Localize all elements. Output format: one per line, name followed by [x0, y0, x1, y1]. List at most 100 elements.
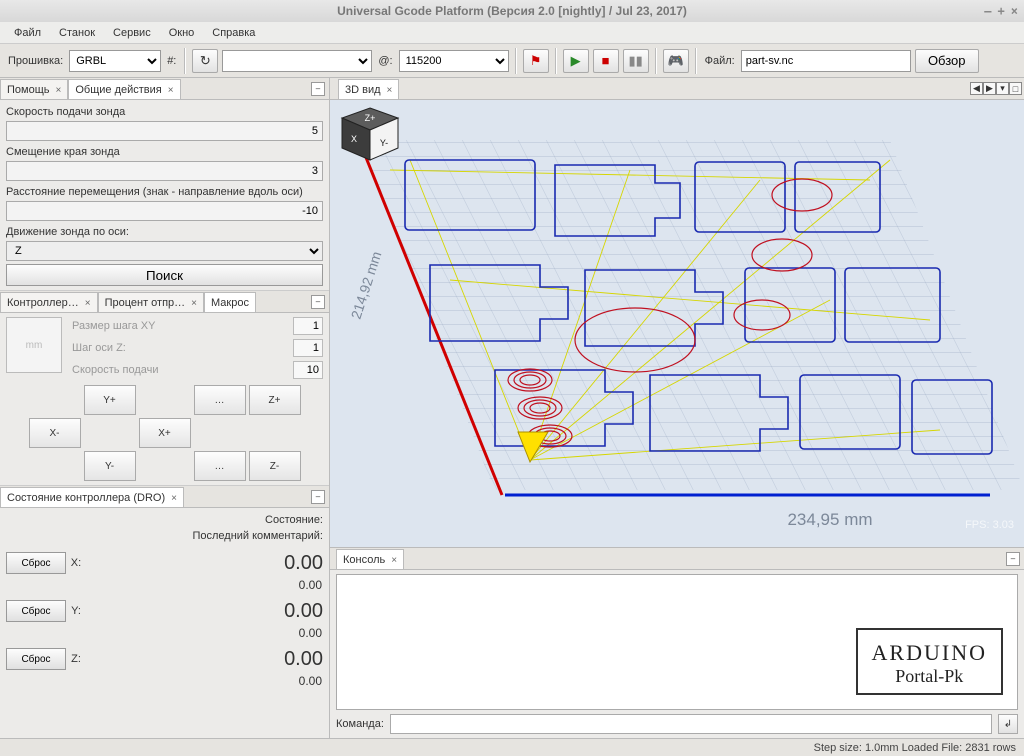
axis-y-machine: 0.00 — [86, 600, 323, 623]
baud-select[interactable]: 115200 — [399, 50, 509, 72]
menu-service[interactable]: Сервис — [105, 25, 159, 41]
main-toolbar: Прошивка: GRBL #: ↻ @: 115200 ⚑ ▶ ■ ▮▮ 🎮… — [0, 44, 1024, 78]
file-input[interactable] — [741, 50, 911, 72]
axis-z-machine: 0.00 — [86, 648, 323, 671]
jog-diag-button[interactable]: … — [194, 451, 246, 481]
jog-panel: mm Размер шага XY Шаг оси Z: Скорость по… — [0, 313, 329, 486]
close-icon[interactable]: × — [56, 85, 62, 96]
close-icon[interactable]: × — [171, 493, 177, 504]
tab-help[interactable]: Помощь× — [0, 79, 68, 100]
dro-panel: Состояние: Последний комментарий: Сброс … — [0, 508, 329, 738]
firmware-select[interactable]: GRBL — [69, 50, 161, 72]
command-send-button[interactable]: ↲ — [998, 714, 1018, 734]
jog-x-plus-button[interactable]: X+ — [139, 418, 191, 448]
window-title: Universal Gcode Platform (Версия 2.0 [ni… — [337, 4, 687, 18]
close-icon[interactable]: × — [85, 298, 91, 309]
jog-feed-label: Скорость подачи — [72, 364, 287, 376]
view-maximize-button[interactable]: □ — [1009, 82, 1022, 95]
tab-3d-view[interactable]: 3D вид× — [338, 79, 399, 100]
step-xy-input[interactable] — [293, 317, 323, 335]
pause-button[interactable]: ▮▮ — [623, 49, 649, 73]
view-prev-button[interactable]: ◀ — [970, 82, 983, 95]
probe-axis-select[interactable]: Z — [6, 241, 323, 261]
axis-z-label: Z: — [66, 653, 86, 665]
jog-z-plus-button[interactable]: Z+ — [249, 385, 301, 415]
step-z-label: Шаг оси Z: — [72, 342, 287, 354]
step-z-input[interactable] — [293, 339, 323, 357]
tab-common-actions[interactable]: Общие действия× — [68, 79, 180, 100]
tab-console[interactable]: Консоль× — [336, 549, 404, 570]
close-icon[interactable]: × — [391, 555, 397, 566]
menu-machine[interactable]: Станок — [51, 25, 103, 41]
dro-state-label: Состояние: — [6, 512, 323, 528]
left-panel: Помощь× Общие действия× – Скорость подач… — [0, 78, 330, 738]
step-xy-label: Размер шага XY — [72, 320, 287, 332]
console-output[interactable]: ARDUINO Portal-Pk — [336, 574, 1018, 710]
axis-y-label: Y: — [66, 605, 86, 617]
tab-percent-sent[interactable]: Процент отпр…× — [98, 292, 204, 313]
tab-macro[interactable]: Макрос — [204, 292, 256, 313]
axis-y-work: 0.00 — [6, 626, 323, 640]
probe-distance-label: Расстояние перемещения (знак - направлен… — [6, 186, 323, 198]
watermark: ARDUINO Portal-Pk — [856, 628, 1003, 695]
title-bar: Universal Gcode Platform (Версия 2.0 [ni… — [0, 0, 1024, 22]
hash-label: #: — [167, 55, 176, 67]
axis-x-work: 0.00 — [6, 578, 323, 592]
status-text: Step size: 1.0mm Loaded File: 2831 rows — [814, 742, 1016, 754]
port-select[interactable] — [222, 50, 372, 72]
probe-offset-label: Смещение края зонда — [6, 146, 323, 158]
jog-diag-button[interactable]: … — [194, 385, 246, 415]
close-icon[interactable]: × — [387, 85, 393, 96]
tab-dro[interactable]: Состояние контроллера (DRO)× — [0, 487, 184, 508]
probe-distance-input[interactable] — [6, 201, 323, 221]
command-input[interactable] — [390, 714, 992, 734]
right-panel: 3D вид× ◀ ▶ ▾ □ — [330, 78, 1024, 738]
reset-z-button[interactable]: Сброс — [6, 648, 66, 670]
menu-bar: Файл Станок Сервис Окно Справка — [0, 22, 1024, 44]
3d-viewport[interactable]: 234,95 mm 214,92 mm FPS: 3.03 Z+ X Y- — [330, 100, 1024, 548]
axis-z-work: 0.00 — [6, 674, 323, 688]
view-next-button[interactable]: ▶ — [983, 82, 996, 95]
probe-feed-input[interactable] — [6, 121, 323, 141]
command-label: Команда: — [336, 718, 384, 730]
window-close-button[interactable]: × — [1011, 4, 1018, 18]
menu-help[interactable]: Справка — [204, 25, 263, 41]
reset-x-button[interactable]: Сброс — [6, 552, 66, 574]
panel-minimize-button[interactable]: – — [311, 490, 325, 504]
units-box[interactable]: mm — [6, 317, 62, 373]
menu-file[interactable]: Файл — [6, 25, 49, 41]
browse-button[interactable]: Обзор — [915, 49, 979, 73]
probe-axis-label: Движение зонда по оси: — [6, 226, 323, 238]
dro-comment-label: Последний комментарий: — [6, 528, 323, 544]
jog-y-plus-button[interactable]: Y+ — [84, 385, 136, 415]
window-maximize-button[interactable]: + — [998, 4, 1005, 18]
stop-button[interactable]: ■ — [593, 49, 619, 73]
probe-panel: Скорость подачи зонда Смещение края зонд… — [0, 100, 329, 291]
dim-y-text: 214,92 mm — [348, 249, 385, 321]
view-dropdown-button[interactable]: ▾ — [996, 82, 1009, 95]
play-button[interactable]: ▶ — [563, 49, 589, 73]
close-icon[interactable]: × — [191, 298, 197, 309]
probe-offset-input[interactable] — [6, 161, 323, 181]
menu-window[interactable]: Окно — [161, 25, 203, 41]
jog-feed-input[interactable] — [293, 361, 323, 379]
close-icon[interactable]: × — [168, 85, 174, 96]
refresh-button[interactable]: ↻ — [192, 49, 218, 73]
window-minimize-button[interactable]: – — [984, 4, 991, 18]
tab-controller[interactable]: Контроллер…× — [0, 292, 98, 313]
svg-text:X: X — [351, 134, 357, 144]
jog-y-minus-button[interactable]: Y- — [84, 451, 136, 481]
reset-y-button[interactable]: Сброс — [6, 600, 66, 622]
panel-minimize-button[interactable]: – — [311, 82, 325, 96]
file-label: Файл: — [705, 55, 735, 67]
jog-x-minus-button[interactable]: X- — [29, 418, 81, 448]
connect-button[interactable]: ⚑ — [523, 49, 549, 73]
status-bar: Step size: 1.0mm Loaded File: 2831 rows — [0, 738, 1024, 756]
dim-x-text: 234,95 mm — [787, 510, 872, 529]
panel-minimize-button[interactable]: – — [311, 295, 325, 309]
probe-search-button[interactable]: Поиск — [6, 264, 323, 286]
jog-z-minus-button[interactable]: Z- — [249, 451, 301, 481]
svg-text:Y-: Y- — [380, 138, 388, 148]
pendant-button[interactable]: 🎮 — [663, 49, 689, 73]
panel-minimize-button[interactable]: – — [1006, 552, 1020, 566]
